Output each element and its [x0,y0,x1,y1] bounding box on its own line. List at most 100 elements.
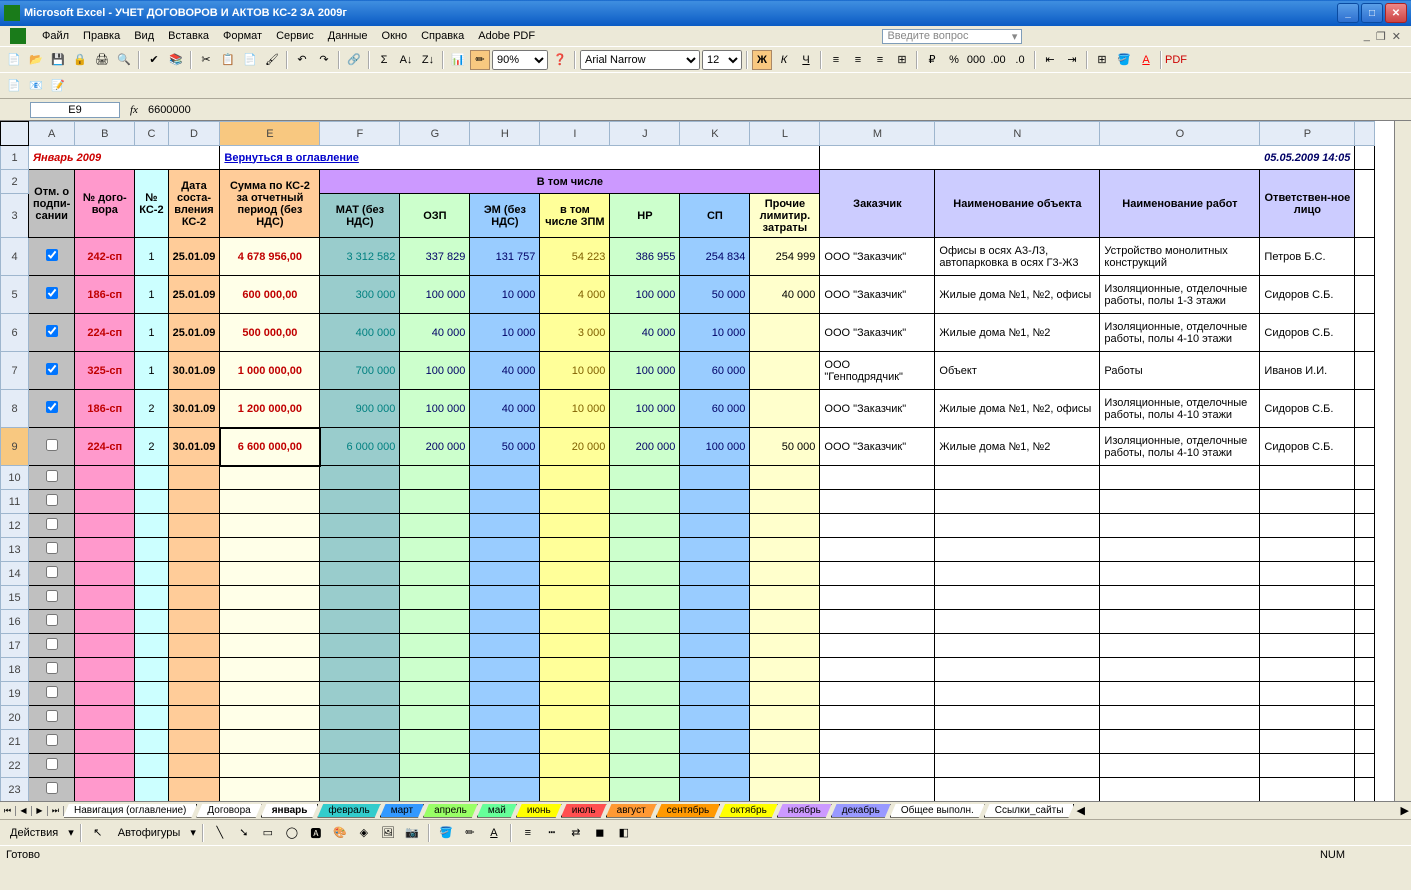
col-header-G[interactable]: G [400,122,470,146]
oval-icon[interactable]: ◯ [282,823,302,843]
cell-f-8[interactable]: 900 000 [320,390,400,428]
cell-i-7[interactable]: 10 000 [540,352,610,390]
zoom-select[interactable]: 90% [492,50,548,70]
dec-indent-icon[interactable]: ⇤ [1040,50,1060,70]
cell-b-6[interactable]: 224-сп [75,314,135,352]
tab-first-icon[interactable]: ⏮ [0,806,16,816]
comma-icon[interactable]: 000 [966,50,986,70]
link-icon[interactable]: 🔗 [344,50,364,70]
cell-k-5[interactable]: 50 000 [680,276,750,314]
menu-tools[interactable]: Сервис [270,28,320,44]
row-header-8[interactable]: 8 [1,390,29,428]
spreadsheet-grid[interactable]: ABCDEFGHIJKLMNOP1Январь 2009Вернуться в … [0,120,1411,801]
sheet-tab-июль[interactable]: июль [561,804,607,818]
shadow-icon[interactable]: ◼ [590,823,610,843]
row-header-7[interactable]: 7 [1,352,29,390]
preview-icon[interactable]: 🔍 [114,50,134,70]
fx-icon[interactable]: fx [130,104,138,116]
menu-file[interactable]: Файл [36,28,75,44]
cell-chk-4[interactable] [29,238,75,276]
row-header-4[interactable]: 4 [1,238,29,276]
cell-o-7[interactable]: Работы [1100,352,1260,390]
row-header-18[interactable]: 18 [1,658,29,682]
menu-help[interactable]: Справка [415,28,470,44]
col-header-P[interactable]: P [1260,122,1355,146]
formula-input[interactable]: 6600000 [148,104,1409,116]
cell-l-8[interactable] [750,390,820,428]
borders-icon[interactable]: ⊞ [1092,50,1112,70]
sheet-tab-Ссылки_сайты[interactable]: Ссылки_сайты [984,804,1075,818]
cell-g-9[interactable]: 200 000 [400,428,470,466]
cell-g-7[interactable]: 100 000 [400,352,470,390]
cell-f-4[interactable]: 3 312 582 [320,238,400,276]
cell-f-6[interactable]: 400 000 [320,314,400,352]
row-header-9[interactable]: 9 [1,428,29,466]
cell-chk-12[interactable] [29,514,75,538]
cell-c-4[interactable]: 1 [135,238,168,276]
row-header-11[interactable]: 11 [1,490,29,514]
cell-chk-9[interactable] [29,428,75,466]
cell-j-6[interactable]: 40 000 [610,314,680,352]
col-header-N[interactable]: N [935,122,1100,146]
align-right-icon[interactable]: ≡ [870,50,890,70]
cell-m-4[interactable]: ООО "Заказчик" [820,238,935,276]
size-select[interactable]: 12 [702,50,742,70]
save-icon[interactable]: 💾 [48,50,68,70]
cell-d-7[interactable]: 30.01.09 [168,352,220,390]
cell-e-6[interactable]: 500 000,00 [220,314,320,352]
sheet-tab-октябрь[interactable]: октябрь [719,804,778,818]
col-header-H[interactable]: H [470,122,540,146]
horizontal-scrollbar[interactable]: ◀▶ [1074,804,1411,817]
cell-d-9[interactable]: 30.01.09 [168,428,220,466]
picture-icon[interactable]: 📷 [402,823,422,843]
cell-chk-6[interactable] [29,314,75,352]
row-header-17[interactable]: 17 [1,634,29,658]
sheet-tab-февраль[interactable]: февраль [317,804,380,818]
font-select[interactable]: Arial Narrow [580,50,700,70]
line-icon[interactable]: ╲ [210,823,230,843]
cell-e-9[interactable]: 6 600 000,00 [220,428,320,466]
italic-icon[interactable]: К [774,50,794,70]
cell-chk-5[interactable] [29,276,75,314]
toc-link[interactable]: Вернуться в оглавление [220,146,820,170]
cell-n-5[interactable]: Жилые дома №1, №2, офисы [935,276,1100,314]
cell-chk-16[interactable] [29,610,75,634]
cell-b-8[interactable]: 186-сп [75,390,135,428]
cell-chk-20[interactable] [29,706,75,730]
dash-icon[interactable]: ┅ [542,823,562,843]
cell-o-9[interactable]: Изоляционные, отделочные работы, полы 4-… [1100,428,1260,466]
currency-icon[interactable]: ₽ [922,50,942,70]
cell-h-6[interactable]: 10 000 [470,314,540,352]
clipart-icon[interactable]: 🖼 [378,823,398,843]
cell-e-8[interactable]: 1 200 000,00 [220,390,320,428]
cell-e-7[interactable]: 1 000 000,00 [220,352,320,390]
minimize-button[interactable]: _ [1337,3,1359,23]
cell-o-6[interactable]: Изоляционные, отделочные работы, полы 4-… [1100,314,1260,352]
cell-j-9[interactable]: 200 000 [610,428,680,466]
cell-k-4[interactable]: 254 834 [680,238,750,276]
doc-minimize-button[interactable]: _ [1364,30,1370,43]
row-header-1[interactable]: 1 [1,146,29,170]
cell-m-5[interactable]: ООО "Заказчик" [820,276,935,314]
cell-g-8[interactable]: 100 000 [400,390,470,428]
diagram-icon[interactable]: ◈ [354,823,374,843]
cell-n-6[interactable]: Жилые дома №1, №2 [935,314,1100,352]
cell-f-7[interactable]: 700 000 [320,352,400,390]
cell-h-5[interactable]: 10 000 [470,276,540,314]
cell-k-6[interactable]: 10 000 [680,314,750,352]
cell-j-4[interactable]: 386 955 [610,238,680,276]
cell-m-6[interactable]: ООО "Заказчик" [820,314,935,352]
new-icon[interactable]: 📄 [4,50,24,70]
cell-g-6[interactable]: 40 000 [400,314,470,352]
cell-e-5[interactable]: 600 000,00 [220,276,320,314]
autoshapes-menu[interactable]: Автофигуры [112,825,187,841]
menu-insert[interactable]: Вставка [162,28,215,44]
rect-icon[interactable]: ▭ [258,823,278,843]
cell-d-6[interactable]: 25.01.09 [168,314,220,352]
col-header-M[interactable]: M [820,122,935,146]
cell-chk-14[interactable] [29,562,75,586]
cell-n-9[interactable]: Жилые дома №1, №2 [935,428,1100,466]
col-header-K[interactable]: K [680,122,750,146]
name-box[interactable]: E9 [30,102,120,118]
open-icon[interactable]: 📂 [26,50,46,70]
